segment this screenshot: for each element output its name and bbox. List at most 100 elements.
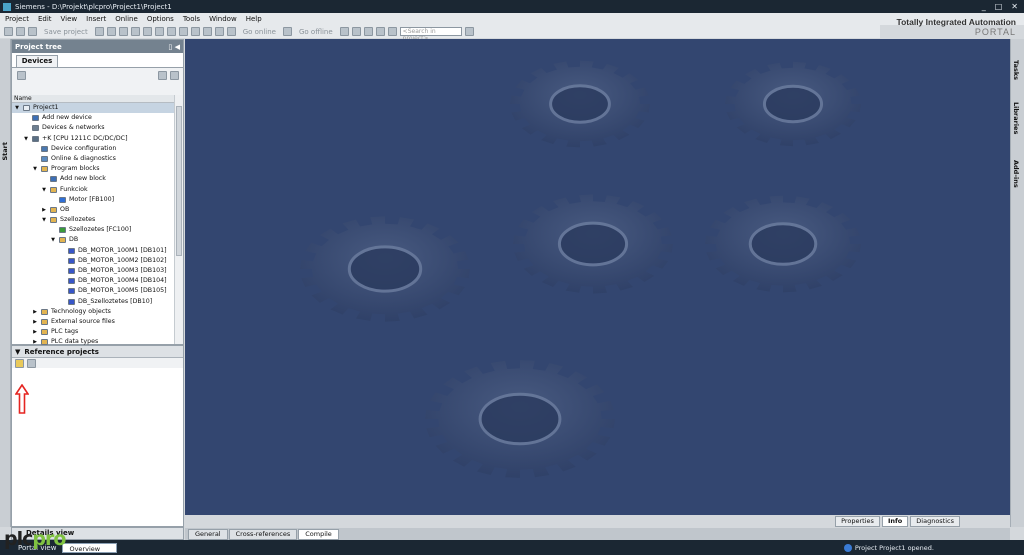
- upload-icon[interactable]: [202, 27, 212, 36]
- tab-libraries[interactable]: Libraries: [1012, 99, 1020, 137]
- close-reference-project-icon[interactable]: [27, 359, 36, 368]
- tab-devices[interactable]: Devices: [16, 55, 58, 67]
- search-icon[interactable]: [464, 27, 474, 36]
- tab-diagnostics[interactable]: Diagnostics: [910, 515, 960, 527]
- expand-right-icon[interactable]: ▶: [32, 317, 38, 327]
- tab-cross-references[interactable]: Cross-references: [228, 529, 298, 540]
- tree-item[interactable]: ▼ Szellozetes: [12, 215, 174, 225]
- menu-help[interactable]: Help: [246, 15, 262, 23]
- expand-right-icon[interactable]: ▶: [32, 327, 38, 337]
- tree-scrollbar-thumb[interactable]: [176, 106, 182, 256]
- go-offline-button[interactable]: Go offline: [299, 28, 333, 36]
- maximize-button[interactable]: □: [995, 2, 1003, 11]
- refresh-tree-icon[interactable]: [170, 71, 179, 80]
- menu-insert[interactable]: Insert: [86, 15, 106, 23]
- tree-item[interactable]: ▶ External source files: [12, 317, 174, 327]
- tab-add-ins[interactable]: Add-ins: [1012, 157, 1020, 191]
- go-online-button[interactable]: Go online: [243, 28, 276, 36]
- tree-item[interactable]: Devices & networks: [12, 123, 174, 133]
- folder-icon: [59, 237, 66, 244]
- save-project-button[interactable]: Save project: [44, 28, 88, 36]
- copy-icon[interactable]: [118, 27, 128, 36]
- tree-item[interactable]: Add new device: [12, 113, 174, 123]
- menu-project[interactable]: Project: [5, 15, 29, 23]
- expand-down-icon[interactable]: ▼: [50, 235, 56, 245]
- tree-item[interactable]: DB_MOTOR_100M2 [DB102]: [12, 256, 174, 266]
- split-vertical-icon[interactable]: [387, 27, 397, 36]
- overview-grid-icon[interactable]: [158, 71, 167, 80]
- expand-down-icon[interactable]: ▼: [41, 215, 47, 225]
- go-offline-icon[interactable]: [283, 27, 292, 36]
- open-reference-project-icon[interactable]: [15, 359, 24, 368]
- split-horizontal-icon[interactable]: [375, 27, 385, 36]
- go-online-icon[interactable]: [226, 27, 236, 36]
- undo-icon[interactable]: [154, 27, 164, 36]
- menu-tools[interactable]: Tools: [183, 15, 200, 23]
- tree-item[interactable]: ▶ PLC tags: [12, 327, 174, 337]
- expand-right-icon[interactable]: ▶: [41, 205, 47, 215]
- start-label[interactable]: Start: [1, 142, 9, 161]
- redo-icon[interactable]: [166, 27, 176, 36]
- compile-icon[interactable]: [178, 27, 188, 36]
- tab-info[interactable]: Info: [881, 515, 909, 527]
- gear-hole: [478, 392, 562, 446]
- menu-window[interactable]: Window: [209, 15, 237, 23]
- tab-tasks[interactable]: Tasks: [1012, 57, 1020, 83]
- tree-item[interactable]: DB_MOTOR_100M5 [DB105]: [12, 286, 174, 296]
- expand-down-icon[interactable]: ▼: [41, 185, 47, 195]
- tab-compile[interactable]: Compile: [298, 529, 339, 540]
- reference-projects-header[interactable]: ▼ Reference projects: [12, 346, 183, 358]
- expand-down-icon[interactable]: ▼: [14, 103, 20, 113]
- tab-properties[interactable]: Properties: [835, 515, 880, 527]
- new-project-icon[interactable]: [4, 27, 13, 36]
- menu-edit[interactable]: Edit: [38, 15, 52, 23]
- tree-item[interactable]: Szellozetes [FC100]: [12, 225, 174, 235]
- accessible-devices-icon[interactable]: [339, 27, 349, 36]
- paste-icon[interactable]: [130, 27, 140, 36]
- tree-item[interactable]: ▼ +K [CPU 1211C DC/DC/DC]: [12, 134, 174, 144]
- save-project-icon[interactable]: [28, 27, 37, 36]
- expand-right-icon[interactable]: ▶: [32, 307, 38, 317]
- close-button[interactable]: ✕: [1011, 2, 1018, 11]
- tree-item-label: DB_Szelloztetes [DB10]: [78, 297, 153, 305]
- folder-icon: [50, 186, 57, 193]
- print-icon[interactable]: [94, 27, 104, 36]
- tree-item[interactable]: DB_MOTOR_100M4 [DB104]: [12, 276, 174, 286]
- tree-item[interactable]: ▶ Technology objects: [12, 307, 174, 317]
- delete-icon[interactable]: [142, 27, 152, 36]
- tree-item[interactable]: DB_MOTOR_100M3 [DB103]: [12, 266, 174, 276]
- tree-scrollbar[interactable]: [174, 95, 183, 344]
- collapse-panel-icon[interactable]: ▯ ◀: [168, 43, 183, 51]
- tree-item-label: Szellozetes [FC100]: [69, 226, 132, 234]
- new-device-icon[interactable]: [17, 71, 26, 80]
- menu-online[interactable]: Online: [115, 15, 138, 23]
- tree-item[interactable]: ▼ Program blocks: [12, 164, 174, 174]
- overview-button[interactable]: Overview: [62, 542, 118, 553]
- tree-item[interactable]: DB_Szelloztetes [DB10]: [12, 297, 174, 307]
- download-icon[interactable]: [190, 27, 200, 36]
- tree-item[interactable]: ▼ Project1: [12, 103, 174, 114]
- tree-item[interactable]: Motor [FB100]: [12, 195, 174, 205]
- cut-icon[interactable]: [106, 27, 116, 36]
- start-strip[interactable]: Start: [0, 39, 11, 527]
- open-project-icon[interactable]: [16, 27, 25, 36]
- tree-item[interactable]: Online & diagnostics: [12, 154, 174, 164]
- menu-options[interactable]: Options: [147, 15, 174, 23]
- menu-view[interactable]: View: [61, 15, 78, 23]
- tree-item[interactable]: ▶ OB: [12, 205, 174, 215]
- expand-down-icon[interactable]: ▼: [23, 134, 29, 144]
- simulation-icon[interactable]: [214, 27, 224, 36]
- tree-item-label: OB: [60, 205, 70, 213]
- minimize-button[interactable]: _: [982, 2, 986, 11]
- chevron-down-icon[interactable]: ▼: [15, 348, 20, 356]
- tab-general[interactable]: General: [188, 529, 228, 540]
- expand-down-icon[interactable]: ▼: [32, 164, 38, 174]
- stop-cpu-icon[interactable]: [363, 27, 373, 36]
- tree-item[interactable]: DB_MOTOR_100M1 [DB101]: [12, 246, 174, 256]
- search-in-project-input[interactable]: <Search in project>: [399, 27, 462, 42]
- cross-reference-icon[interactable]: [351, 27, 361, 36]
- tree-item[interactable]: ▼ DB: [12, 235, 174, 245]
- tree-item[interactable]: Add new block: [12, 174, 174, 184]
- tree-item[interactable]: ▼ Funkciok: [12, 185, 174, 195]
- tree-item[interactable]: Device configuration: [12, 144, 174, 154]
